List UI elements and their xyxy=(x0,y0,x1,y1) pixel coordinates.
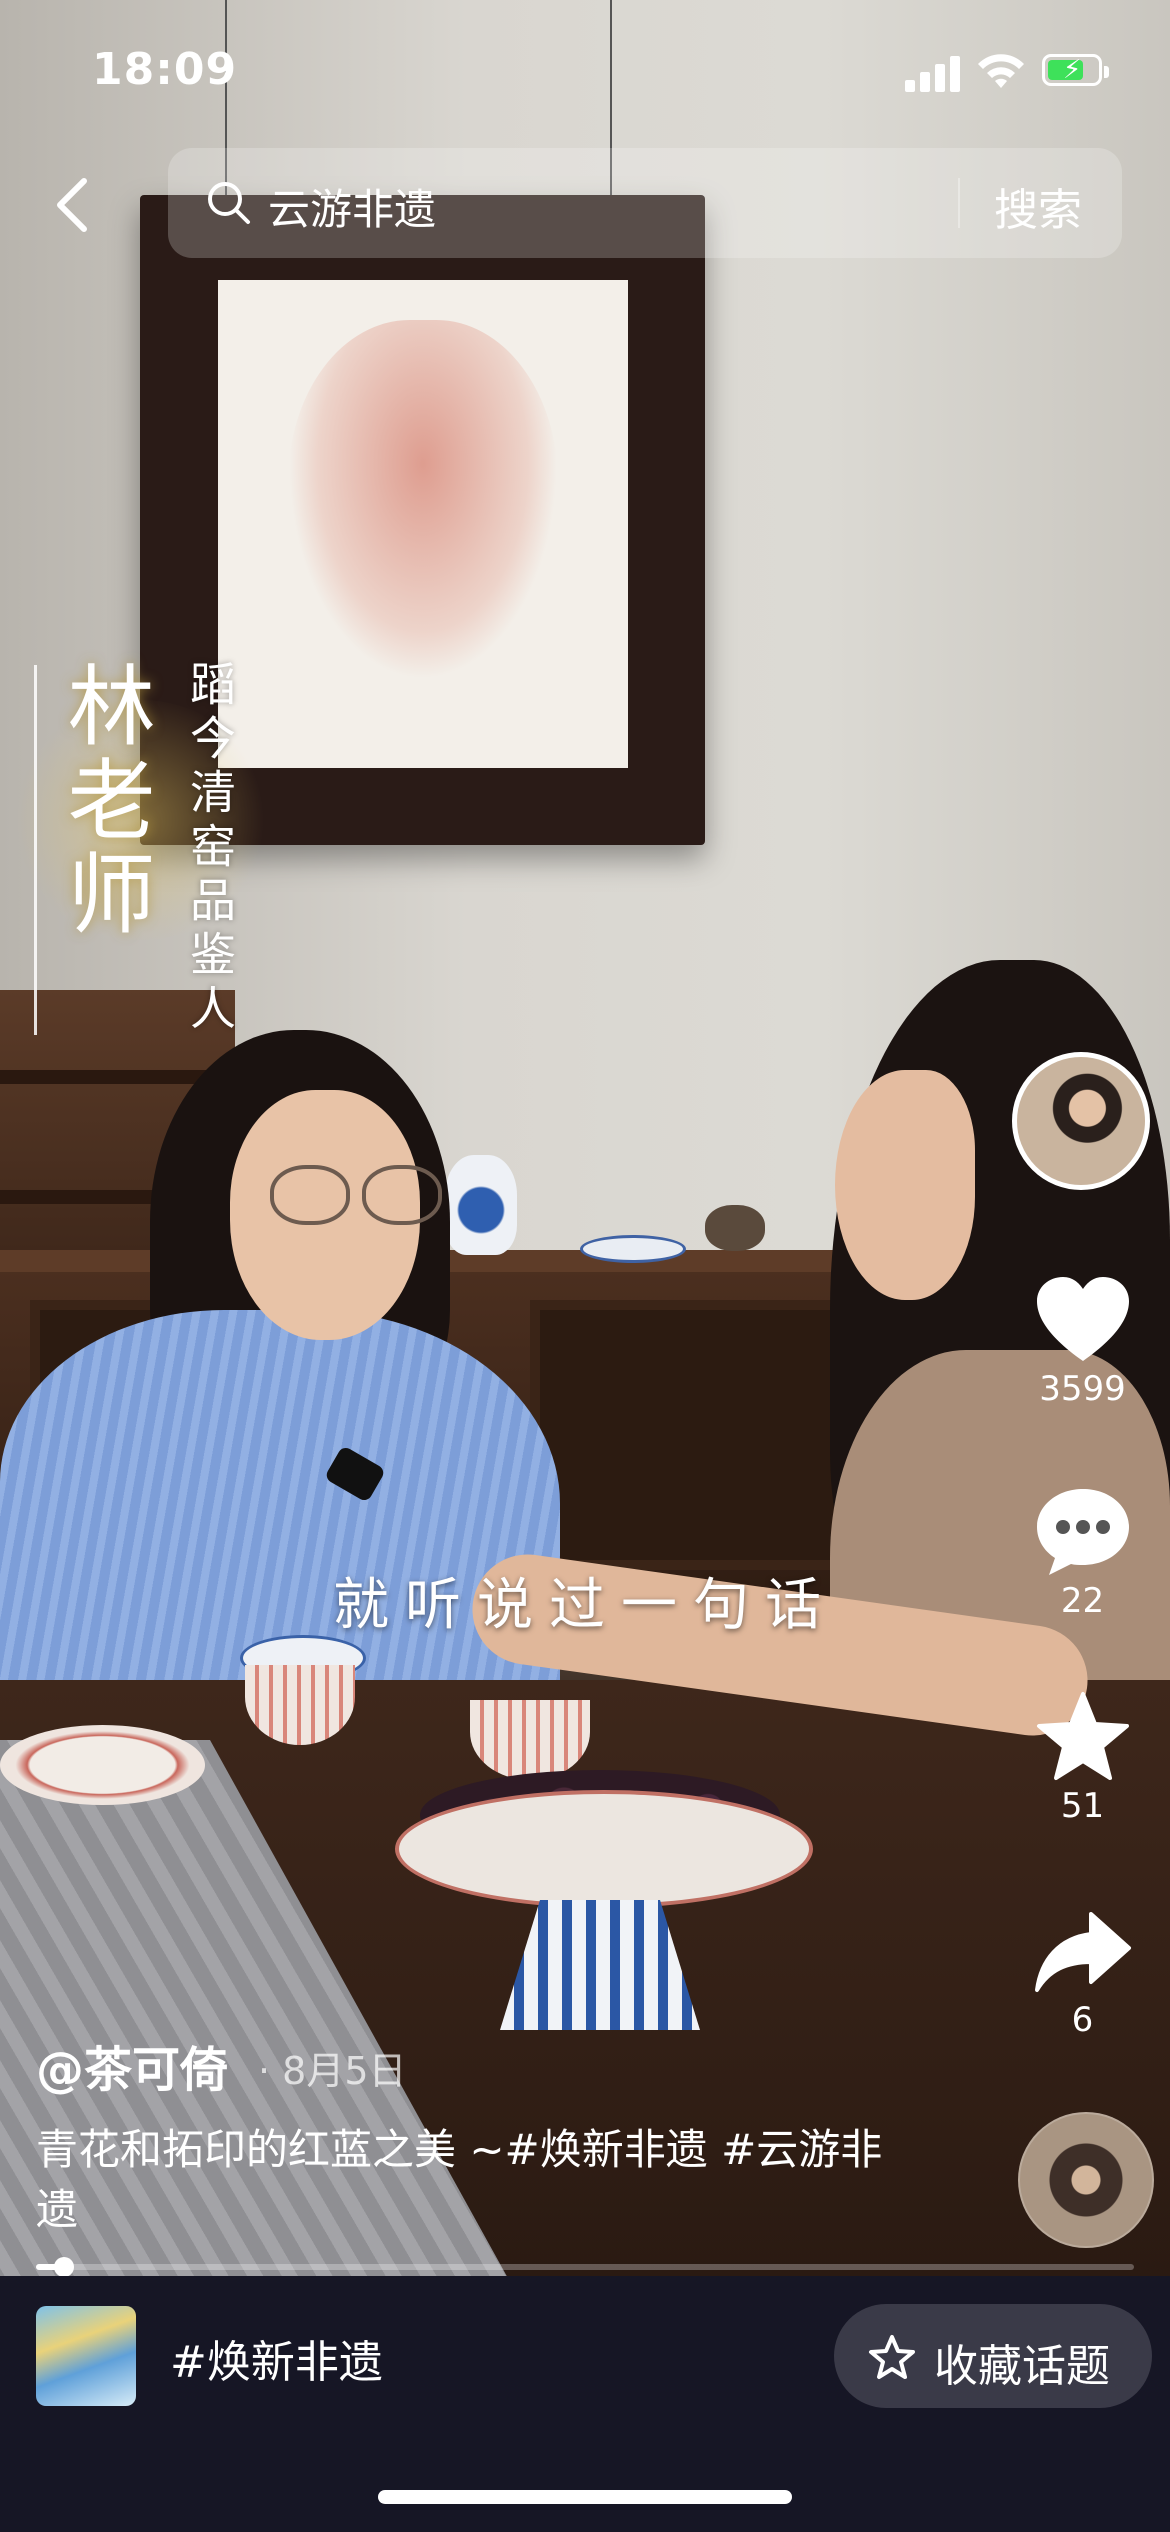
comment-icon xyxy=(1036,1489,1129,1575)
heart-icon xyxy=(1036,1277,1129,1361)
search-button[interactable]: 搜索 xyxy=(994,174,1082,238)
guest-title-caption: 蹈今清窑品鉴人 xyxy=(183,660,237,1038)
share-icon xyxy=(1034,1912,1131,1992)
like-button[interactable]: 3599 xyxy=(1010,1275,1155,1409)
porcelain-plate xyxy=(0,1725,205,1805)
battery-icon: ⚡ xyxy=(1042,54,1109,86)
caption-divider xyxy=(34,665,37,1035)
author-avatar[interactable] xyxy=(1012,1052,1150,1190)
search-bar[interactable]: 云游非遗 搜索 xyxy=(168,148,1122,258)
person-right-face xyxy=(835,1070,975,1300)
favorite-count: 51 xyxy=(1060,1786,1105,1826)
comment-button[interactable]: 22 xyxy=(1010,1485,1155,1621)
favorite-button[interactable]: 51 xyxy=(1010,1690,1155,1826)
porcelain-dish xyxy=(580,1235,686,1263)
search-icon xyxy=(208,182,250,224)
star-icon xyxy=(1036,1692,1129,1780)
video-player[interactable]: 林老师 蹈今清窑品鉴人 就听说过一句话 xyxy=(0,0,1170,2276)
progress-knob[interactable] xyxy=(53,2257,74,2277)
plant-pot xyxy=(705,1205,765,1251)
video-subtitle: 就听说过一句话 xyxy=(333,1573,837,1638)
star-outline-icon xyxy=(869,2335,915,2379)
back-icon[interactable] xyxy=(48,175,98,235)
share-button[interactable]: 6 xyxy=(1010,1910,1155,2040)
wifi-icon xyxy=(978,54,1024,88)
share-count: 6 xyxy=(1071,2000,1094,2040)
comment-count: 22 xyxy=(1060,1581,1105,1621)
search-input[interactable]: 云游非遗 xyxy=(268,176,436,237)
status-bar: 18:09 ⚡ xyxy=(0,0,1170,140)
fruit-bowl xyxy=(395,1790,813,1908)
post-date: · 8月5日 xyxy=(258,2049,407,2093)
home-indicator xyxy=(378,2490,792,2504)
collect-topic-label: 收藏话题 xyxy=(934,2341,1110,2392)
guest-name-caption: 林老师 xyxy=(53,660,156,942)
glasses xyxy=(270,1165,442,1225)
status-time: 18:09 xyxy=(92,44,238,95)
collect-topic-button[interactable]: 收藏话题 xyxy=(834,2304,1152,2408)
music-disc[interactable] xyxy=(1018,2112,1154,2248)
like-count: 3599 xyxy=(1039,1369,1126,1409)
signal-icon xyxy=(905,56,961,92)
topic-name[interactable]: #焕新非遗 xyxy=(170,2326,383,2390)
search-divider xyxy=(958,178,960,228)
post-caption[interactable]: 青花和拓印的红蓝之美 ~#焕新非遗 #云游非遗 xyxy=(36,2120,896,2240)
video-progress-bar[interactable] xyxy=(36,2257,1134,2277)
porcelain-vase xyxy=(445,1155,517,1255)
author-name[interactable]: @茶可倚 xyxy=(36,2030,228,2100)
topic-bar: #焕新非遗 收藏话题 xyxy=(0,2276,1170,2532)
topic-thumbnail[interactable] xyxy=(36,2306,136,2406)
